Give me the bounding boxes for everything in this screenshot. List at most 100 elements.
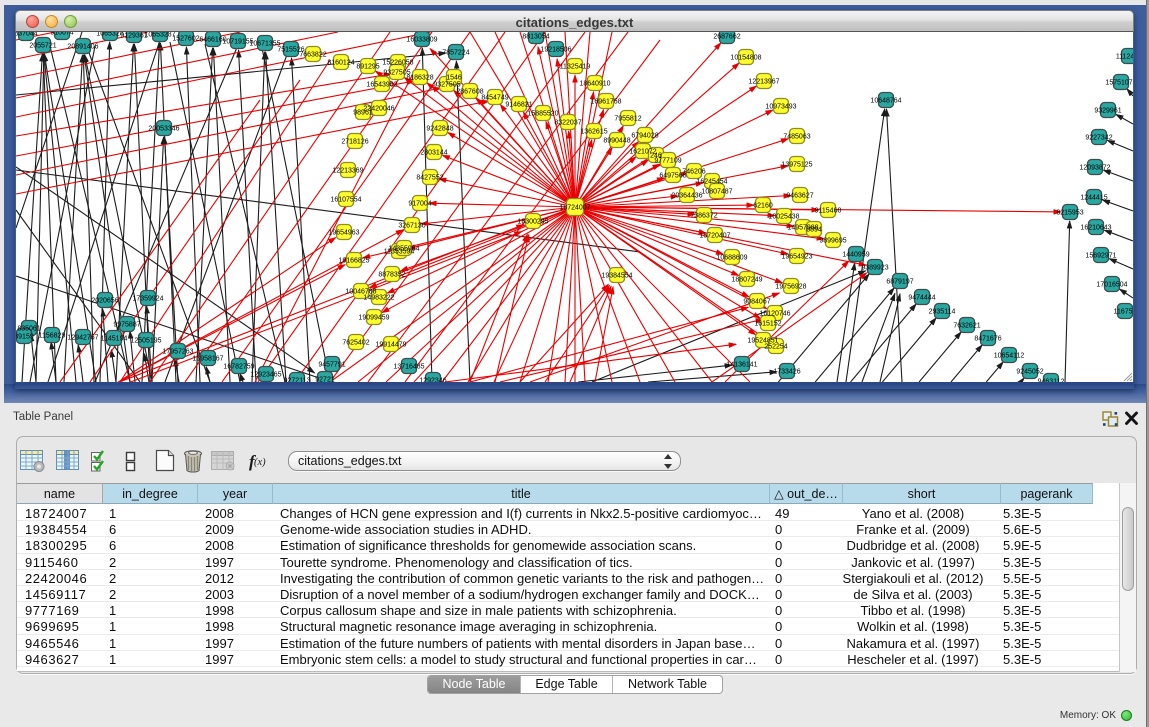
svg-text:15720407: 15720407 — [699, 233, 730, 240]
svg-text:15885520: 15885520 — [527, 111, 558, 118]
svg-text:1244415: 1244415 — [1080, 195, 1107, 202]
svg-text:10973493: 10973493 — [765, 104, 796, 111]
svg-text:16120746: 16120746 — [759, 311, 790, 318]
svg-text:10025438: 10025438 — [768, 214, 799, 221]
svg-text:7386372: 7386372 — [690, 213, 717, 220]
svg-text:15226058: 15226058 — [382, 60, 413, 67]
svg-text:12213967: 12213967 — [748, 79, 779, 86]
svg-text:10807487: 10807487 — [701, 189, 732, 196]
svg-text:13975125: 13975125 — [781, 162, 812, 169]
svg-text:14983222: 14983222 — [363, 295, 394, 302]
svg-text:1733426: 1733426 — [773, 369, 800, 376]
svg-text:10648764: 10648764 — [870, 98, 901, 105]
svg-text:8322037: 8322037 — [554, 120, 581, 127]
svg-text:1440959: 1440959 — [842, 252, 869, 259]
svg-text:19099459: 19099459 — [358, 315, 389, 322]
svg-text:16033809: 16033809 — [406, 37, 437, 44]
svg-text:9242848: 9242848 — [426, 126, 453, 133]
svg-text:835061: 835061 — [17, 326, 40, 333]
svg-text:62160: 62160 — [753, 203, 773, 210]
svg-text:9115460: 9115460 — [815, 208, 842, 215]
svg-text:16210643: 16210643 — [1080, 225, 1111, 232]
svg-text:19218506: 19218506 — [540, 47, 571, 54]
svg-text:252254: 252254 — [764, 344, 787, 351]
svg-text:20364436: 20364436 — [671, 193, 702, 200]
svg-text:39159: 39159 — [16, 334, 34, 341]
svg-text:12923465: 12923465 — [250, 372, 281, 379]
svg-text:7485063: 7485063 — [783, 134, 810, 141]
svg-text:14136141: 14136141 — [726, 362, 757, 369]
svg-text:6879197: 6879197 — [886, 279, 913, 286]
svg-text:1546: 1546 — [446, 75, 462, 82]
svg-text:19166825: 19166825 — [338, 258, 369, 265]
svg-text:2718126: 2718126 — [341, 139, 368, 146]
svg-text:20891406: 20891406 — [67, 44, 98, 51]
svg-text:2803144: 2803144 — [420, 150, 447, 157]
svg-text:22420046: 22420046 — [363, 106, 394, 113]
svg-text:8813054: 8813054 — [522, 34, 549, 41]
svg-text:1112490: 1112490 — [1116, 54, 1133, 61]
svg-text:7663822: 7663822 — [299, 52, 326, 59]
svg-text:17359924: 17359924 — [132, 296, 163, 303]
svg-text:10653287: 10653287 — [144, 32, 175, 39]
svg-text:(x): (x) — [254, 457, 266, 468]
svg-text:9899695: 9899695 — [819, 238, 846, 245]
svg-text:9463627: 9463627 — [786, 193, 813, 200]
svg-text:12093872: 12093872 — [1079, 165, 1110, 172]
svg-text:11325419: 11325419 — [560, 64, 591, 71]
svg-text:8990448: 8990448 — [603, 138, 630, 145]
svg-text:16782759: 16782759 — [223, 364, 254, 371]
svg-text:8471676: 8471676 — [974, 336, 1001, 343]
svg-text:1362615: 1362615 — [580, 129, 607, 136]
svg-text:14355964: 14355964 — [388, 246, 419, 253]
svg-text:9457791: 9457791 — [318, 362, 345, 369]
svg-text:8427552: 8427552 — [416, 175, 443, 182]
svg-text:1156829: 1156829 — [39, 333, 66, 340]
svg-text:12213369: 12213369 — [332, 168, 363, 175]
svg-text:8878352: 8878352 — [378, 272, 405, 279]
svg-text:18300295: 18300295 — [517, 219, 548, 226]
svg-text:8215953: 8215953 — [1056, 210, 1083, 217]
svg-text:7625402: 7625402 — [342, 340, 369, 347]
svg-text:8160124: 8160124 — [327, 60, 354, 67]
svg-text:16543962: 16543962 — [366, 82, 397, 89]
svg-text:9146821: 9146821 — [505, 102, 532, 109]
svg-text:13716485: 13716485 — [393, 364, 424, 371]
svg-text:2867608: 2867608 — [456, 89, 483, 96]
svg-text:1145194: 1145194 — [101, 336, 128, 343]
svg-text:13958167: 13958167 — [192, 356, 223, 363]
svg-text:837044: 837044 — [16, 32, 38, 38]
svg-text:1527602: 1527602 — [172, 36, 199, 43]
svg-text:2055721: 2055721 — [29, 43, 56, 50]
svg-text:7955812: 7955812 — [614, 116, 641, 123]
svg-text:10688609: 10688609 — [716, 255, 747, 262]
svg-text:16961758: 16961758 — [590, 99, 621, 106]
svg-text:10154808: 10154808 — [730, 55, 761, 62]
svg-text:2020656: 2020656 — [91, 298, 118, 305]
svg-text:19654923: 19654923 — [781, 254, 812, 261]
svg-text:2687662: 2687662 — [713, 34, 740, 41]
svg-text:18807249: 18807249 — [731, 277, 762, 284]
svg-text:15751074: 15751074 — [1105, 80, 1133, 87]
svg-text:9327505: 9327505 — [433, 82, 460, 89]
svg-text:910674: 910674 — [50, 32, 73, 37]
svg-text:9474444: 9474444 — [908, 295, 935, 302]
svg-text:9329961: 9329961 — [1094, 108, 1121, 115]
svg-text:17016504: 17016504 — [1096, 282, 1127, 289]
svg-text:9389923: 9389923 — [861, 265, 888, 272]
svg-text:3267130: 3267130 — [398, 223, 425, 230]
svg-text:10671355: 10671355 — [249, 41, 280, 48]
svg-text:18640910: 18640910 — [579, 81, 610, 88]
svg-text:1615152: 1615152 — [754, 321, 781, 328]
svg-text:8454749: 8454749 — [481, 95, 508, 102]
svg-text:746206: 746206 — [682, 169, 705, 176]
svg-text:16107554: 16107554 — [330, 197, 361, 204]
svg-text:17957263: 17957263 — [162, 349, 193, 356]
svg-text:15692971: 15692971 — [1085, 253, 1116, 260]
svg-text:8894: 8894 — [806, 227, 822, 234]
svg-text:8186328: 8186328 — [406, 75, 433, 82]
svg-text:12505195: 12505195 — [130, 338, 161, 345]
svg-text:19654963: 19654963 — [328, 230, 359, 237]
svg-text:19384554: 19384554 — [601, 273, 632, 280]
svg-text:12942757: 12942757 — [67, 335, 98, 342]
